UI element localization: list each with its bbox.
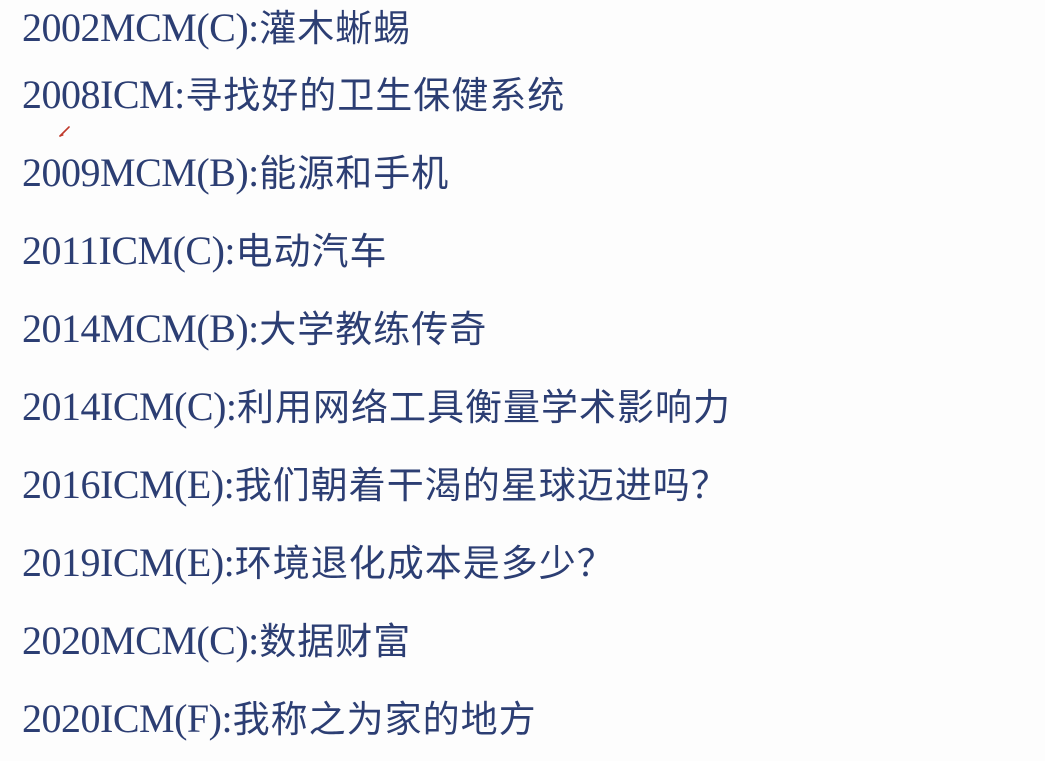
problem-code: 2016ICM(E) — [22, 462, 224, 507]
problem-code: 2014ICM(C) — [22, 384, 226, 429]
colon-separator: : — [248, 5, 260, 50]
list-item: 2008ICM: 寻找好的卫生保健系统 — [22, 56, 731, 134]
list-item: 2014MCM(B): 大学教练传奇 — [22, 290, 731, 368]
list-item: 2019ICM(E): 环境退化成本是多少？ — [22, 524, 731, 602]
problem-code: 2020ICM(F) — [22, 696, 222, 741]
problem-code: 2011ICM(C) — [22, 228, 225, 273]
problem-code: 2014MCM(B) — [22, 306, 249, 351]
problem-code: 2019ICM(E) — [22, 540, 224, 585]
contest-problem-list: 2002MCM(C): 灌木蜥蜴 2008ICM: 寻找好的卫生保健系统 2009M… — [22, 0, 731, 758]
colon-separator: : — [248, 618, 260, 663]
list-item: 2011ICM(C): 电动汽车 — [22, 212, 731, 290]
problem-title: 利用网络工具衡量学术影响力 — [237, 385, 732, 429]
colon-separator: : — [223, 540, 235, 585]
colon-separator: : — [248, 150, 260, 195]
list-item: 2009MCM(B): 能源和手机 — [22, 134, 731, 212]
colon-separator: : — [223, 462, 235, 507]
slide-canvas: 2002MCM(C): 灌木蜥蜴 2008ICM: 寻找好的卫生保健系统 2009M… — [0, 0, 1045, 761]
problem-code: 2009MCM(B) — [22, 150, 249, 195]
problem-title: 灌木蜥蜴 — [259, 6, 412, 50]
problem-title: 数据财富 — [259, 619, 412, 663]
problem-title: 电动汽车 — [235, 229, 388, 273]
list-item: 2020ICM(F): 我称之为家的地方 — [22, 680, 731, 758]
problem-code: 2002MCM(C) — [22, 5, 249, 50]
problem-title: 能源和手机 — [259, 151, 450, 195]
problem-title: 环境退化成本是多少？ — [234, 541, 615, 585]
problem-title: 我们朝着干渴的星球迈进吗？ — [234, 463, 729, 507]
list-item: 2020MCM(C): 数据财富 — [22, 602, 731, 680]
pen-annotation-mark-icon — [59, 126, 70, 137]
colon-separator: : — [225, 384, 238, 429]
list-item: 2014ICM(C): 利用网络工具衡量学术影响力 — [22, 368, 731, 446]
colon-separator: : — [221, 696, 233, 741]
problem-code: 2020MCM(C) — [22, 618, 249, 663]
colon-separator: : — [224, 228, 236, 273]
list-item: 2002MCM(C): 灌木蜥蜴 — [22, 0, 731, 56]
list-item: 2016ICM(E): 我们朝着干渴的星球迈进吗？ — [22, 446, 731, 524]
problem-code: 2008ICM — [22, 72, 175, 117]
problem-title: 我称之为家的地方 — [232, 697, 537, 741]
colon-separator: : — [248, 306, 260, 351]
problem-title: 寻找好的卫生保健系统 — [185, 73, 566, 117]
problem-title: 大学教练传奇 — [259, 307, 488, 351]
colon-separator: : — [174, 72, 186, 117]
